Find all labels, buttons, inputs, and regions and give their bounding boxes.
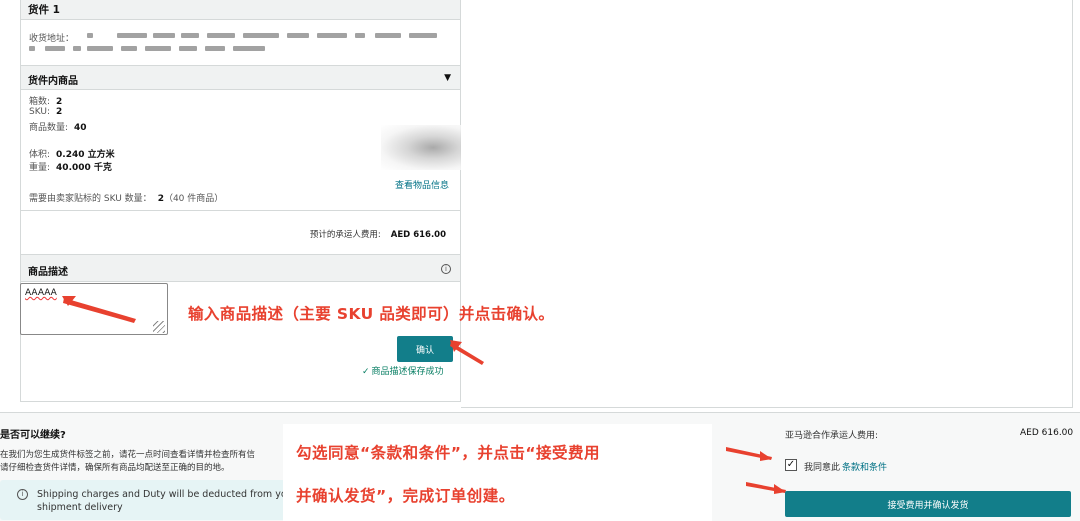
shipment-card: 货件 1 收货地址： 货件内商品 ▼ 箱数: 2 SKU: 2 商品数量: 40 [20, 0, 461, 402]
annotation-arrow-icon [726, 447, 772, 461]
accept-charges-button[interactable]: 接受费用并确认发货 [785, 491, 1071, 517]
units-row: 商品数量: 40 [29, 120, 87, 133]
agree-prefix: 我同意此 [804, 463, 841, 473]
confirm-button[interactable]: 确认 [397, 336, 453, 362]
partner-fee-value: AED 616.00 [1020, 428, 1074, 438]
seller-label-text: 需要由卖家贴标的 SKU 数量： [29, 194, 152, 204]
saved-message: ✓ 商品描述保存成功 [362, 364, 444, 377]
info-icon[interactable]: i [441, 264, 451, 274]
volume-value: 0.240 立方米 [56, 150, 115, 160]
resize-grip-icon[interactable] [153, 321, 165, 333]
notice-text: Shipping charges and Duty will be deduct… [37, 488, 287, 514]
annotation-arrow-icon [62, 296, 136, 323]
annotation-arrow-icon [746, 482, 786, 494]
weight-value: 40.000 千克 [56, 163, 112, 173]
annotation-box: 勾选同意“条款和条件”，并点击“接受费用 并确认发货”，完成订单创建。 [283, 424, 712, 521]
annotation-arrow-icon [450, 340, 484, 365]
caret-down-icon[interactable]: ▼ [444, 73, 451, 83]
notice-line-2: shipment delivery [37, 502, 123, 513]
units-label: 商品数量: [29, 123, 69, 133]
right-panel [461, 0, 1073, 408]
view-items-link[interactable]: 查看物品信息 [395, 178, 449, 191]
check-icon: ✓ [362, 367, 370, 377]
product-thumbnail [381, 125, 461, 170]
sku-value: 2 [56, 107, 63, 117]
info-icon: i [17, 489, 28, 500]
carrier-fee-label: 预计的承运人费用: [309, 230, 381, 240]
annotation-step-1: 输入商品描述（主要 SKU 品类即可）并点击确认。 [188, 305, 555, 323]
description-header: 商品描述 i [21, 254, 460, 282]
divider [21, 210, 460, 211]
terms-link[interactable]: 条款和条件 [842, 463, 887, 473]
annotation-step-2-line-1: 勾选同意“条款和条件”，并点击“接受费用 [296, 444, 601, 462]
notice-line-1: Shipping charges and Duty will be deduct… [37, 489, 287, 500]
seller-label-row: 需要由卖家贴标的 SKU 数量： 2（40 件商品） [29, 191, 223, 204]
shipping-notice: i Shipping charges and Duty will be dedu… [0, 480, 300, 520]
check-icon: ✓ [786, 459, 796, 470]
seller-label-units: （40 件商品） [163, 194, 224, 204]
agree-row: 我同意此 条款和条件 [804, 460, 887, 473]
units-value: 40 [74, 123, 87, 133]
volume-row: 体积: 0.240 立方米 [29, 147, 115, 160]
shipment-contents-header[interactable]: 货件内商品 ▼ [21, 65, 460, 90]
weight-row: 重量: 40.000 千克 [29, 160, 112, 173]
sku-label: SKU: [29, 107, 50, 117]
carrier-fee-value: AED 616.00 [390, 230, 446, 240]
agree-checkbox[interactable]: ✓ [785, 459, 797, 471]
shipment-contents-title: 货件内商品 [28, 76, 78, 87]
volume-label: 体积: [29, 150, 51, 160]
boxes-label: 箱数: [29, 97, 51, 107]
boxes-row: 箱数: 2 [29, 94, 62, 107]
ship-to-label: 收货地址： [29, 34, 75, 44]
boxes-value: 2 [56, 97, 63, 107]
proceed-text-line-2: 请仔细检查货件详情，确保所有商品均配送至正确的目的地。 [0, 463, 230, 473]
proceed-text-line-1: 在我们为您生成货件标签之前，请花一点时间查看详情并检查所有信 [0, 450, 256, 460]
annotation-step-2-line-2: 并确认发货”，完成订单创建。 [296, 487, 515, 505]
shipment-title: 货件 1 [28, 4, 60, 16]
sku-row: SKU: 2 [29, 107, 62, 117]
partner-fee-label: 亚马逊合作承运人费用: [785, 431, 879, 441]
carrier-fee-row: 预计的承运人费用: AED 616.00 [310, 228, 446, 240]
shipment-header: 货件 1 [21, 0, 460, 20]
proceed-title: 是否可以继续? [0, 430, 66, 441]
saved-message-text: 商品描述保存成功 [371, 367, 444, 377]
description-title: 商品描述 [28, 267, 68, 278]
weight-label: 重量: [29, 163, 51, 173]
